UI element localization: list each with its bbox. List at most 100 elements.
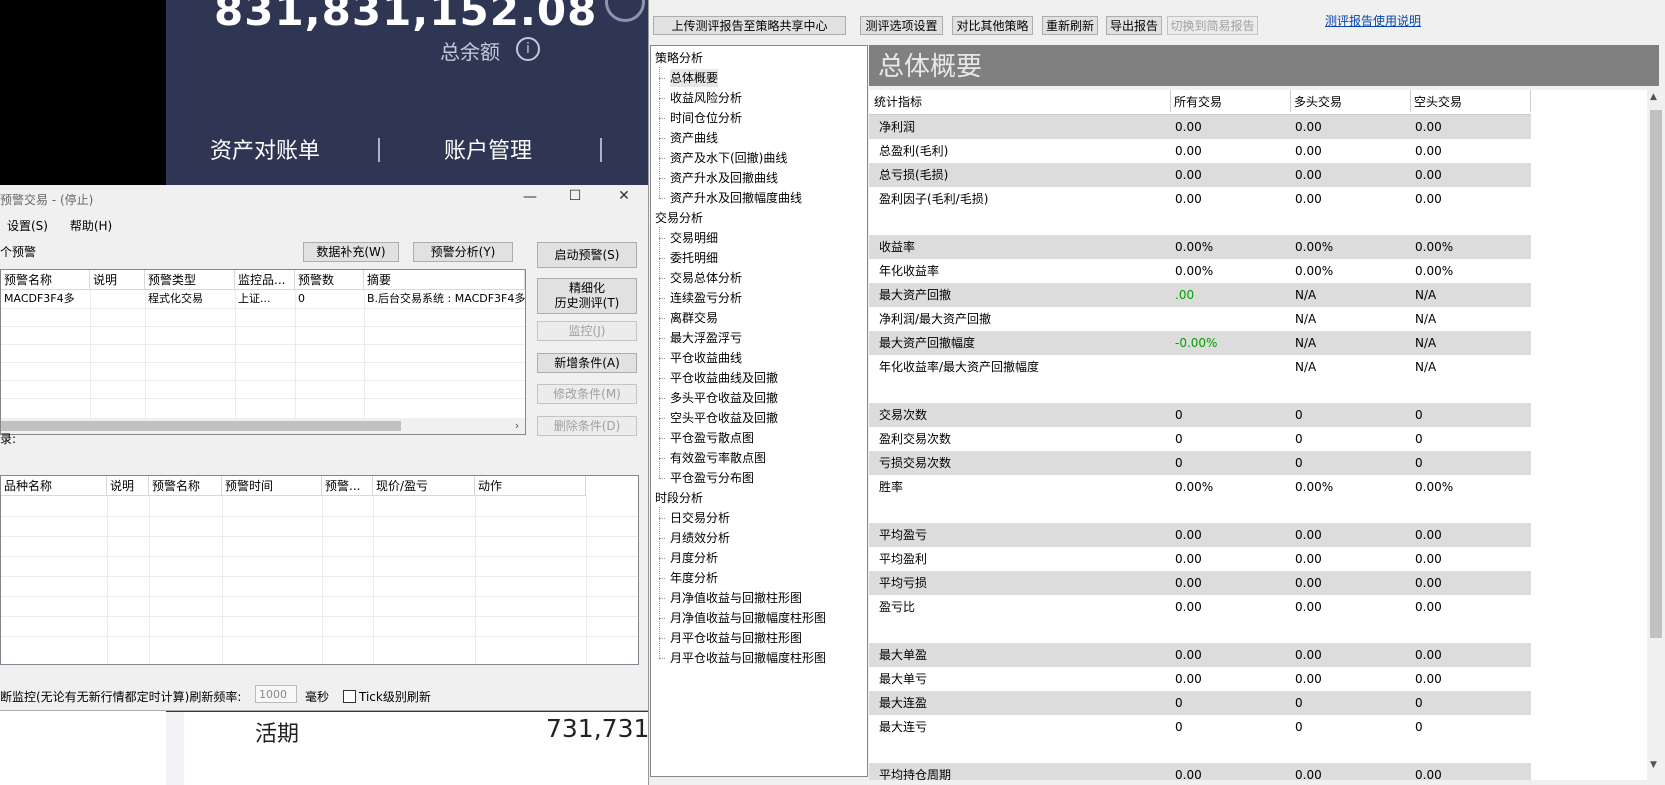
tree-item[interactable]: 连续盈亏分析 [670, 289, 742, 307]
info-icon[interactable]: i [516, 37, 540, 61]
table-row[interactable]: 净利润 0.00 0.00 0.00 [869, 115, 1531, 139]
alert-analysis-button[interactable]: 预警分析(Y) [413, 242, 513, 262]
tree-item[interactable]: 总体概要 [670, 69, 719, 87]
menu-asset-statement[interactable]: 资产对账单 [210, 133, 320, 165]
tree-item[interactable]: 有效盈亏率散点图 [670, 449, 766, 467]
tree-item[interactable]: 平仓收益曲线 [670, 349, 742, 367]
start-alert-button[interactable]: 启动预警(S) [537, 242, 637, 268]
table-row[interactable]: 最大单亏 0.00 0.00 0.00 [869, 667, 1531, 691]
column-header[interactable]: 预警数 [295, 270, 364, 290]
column-header[interactable]: 所有交易 [1174, 93, 1222, 110]
data-fill-button[interactable]: 数据补充(W) [303, 242, 399, 262]
maximize-icon[interactable]: ☐ [555, 188, 595, 204]
tree-item[interactable]: 多头平仓收益及回撤 [670, 389, 778, 407]
column-header[interactable]: 多头交易 [1294, 93, 1342, 110]
tree-item[interactable]: 月平仓收益与回撤柱形图 [670, 629, 802, 647]
tree-item[interactable]: 平仓收益曲线及回撤 [670, 369, 778, 387]
table-row[interactable]: 平均盈亏 0.00 0.00 0.00 [869, 523, 1531, 547]
table-row[interactable]: 最大单盈 0.00 0.00 0.00 [869, 643, 1531, 667]
tree-group[interactable]: 交易分析 [655, 209, 703, 227]
column-header[interactable]: 空头交易 [1414, 93, 1462, 110]
column-header[interactable]: 预警时间 [222, 476, 322, 496]
compare-strategy-button[interactable]: 对比其他策略 [952, 16, 1033, 35]
add-condition-button[interactable]: 新增条件(A) [537, 353, 637, 373]
report-help-link[interactable]: 测评报告使用说明 [1325, 12, 1421, 29]
tree-item[interactable]: 时间仓位分析 [670, 109, 742, 127]
refresh-button[interactable]: 重新刷新 [1042, 16, 1098, 35]
scrollbar-thumb[interactable] [1, 421, 401, 431]
tree-item[interactable]: 交易总体分析 [670, 269, 742, 287]
tree-item[interactable]: 离群交易 [670, 309, 718, 327]
column-header[interactable]: 预警类型 [145, 270, 235, 290]
table-row[interactable]: 总亏损(毛损) 0.00 0.00 0.00 [869, 163, 1531, 187]
tick-refresh-label[interactable]: Tick级别刷新 [359, 688, 431, 705]
column-header[interactable]: 预警名称 [149, 476, 222, 496]
menu-account-management[interactable]: 账户管理 [444, 133, 532, 165]
table-row[interactable]: 最大连盈 0 0 0 [869, 691, 1531, 715]
table-row[interactable]: 年化收益率/最大资产回撤幅度 N/A N/A [869, 355, 1531, 379]
table-row[interactable]: 平均亏损 0.00 0.00 0.00 [869, 571, 1531, 595]
tree-group[interactable]: 策略分析 [655, 49, 703, 67]
tree-item[interactable]: 最大浮盈浮亏 [670, 329, 742, 347]
scroll-up-icon[interactable]: ▲ [1650, 92, 1657, 102]
column-header[interactable]: 现价/盈亏 [373, 476, 475, 496]
column-header[interactable]: 说明 [107, 476, 149, 496]
refresh-frequency-input[interactable]: 1000 [255, 685, 297, 703]
export-report-button[interactable]: 导出报告 [1106, 16, 1162, 35]
minimize-icon[interactable]: — [510, 189, 550, 205]
tick-refresh-checkbox[interactable] [343, 690, 356, 703]
column-header[interactable]: 预警... [322, 476, 373, 496]
fine-history-test-button[interactable]: 精细化 历史测评(T) [537, 278, 637, 314]
tree-item[interactable]: 月净值收益与回撤幅度柱形图 [670, 609, 826, 627]
table-row[interactable]: 最大资产回撤幅度 -0.00% N/A N/A [869, 331, 1531, 355]
column-header[interactable]: 预警名称 [1, 270, 90, 290]
column-header[interactable]: 动作 [475, 476, 586, 496]
edit-condition-button[interactable]: 修改条件(M) [537, 384, 637, 404]
column-header[interactable]: 说明 [90, 270, 145, 290]
tree-item[interactable]: 委托明细 [670, 249, 718, 267]
scroll-right-icon[interactable]: › [509, 418, 525, 434]
tree-item[interactable]: 日交易分析 [670, 509, 730, 527]
test-options-button[interactable]: 测评选项设置 [860, 16, 943, 35]
table-row[interactable]: 胜率 0.00% 0.00% 0.00% [869, 475, 1531, 499]
tree-item[interactable]: 资产升水及回撤幅度曲线 [670, 189, 802, 207]
simple-report-button[interactable]: 切换到简易报告 [1167, 16, 1258, 35]
table-row[interactable]: 平均持仓周期 0.00 0.00 0.00 [869, 763, 1531, 780]
tree-item[interactable]: 平仓盈亏散点图 [670, 429, 754, 447]
tree-item[interactable]: 资产及水下(回撤)曲线 [670, 149, 787, 167]
tree-item[interactable]: 平仓盈亏分布图 [670, 469, 754, 487]
horizontal-scrollbar[interactable]: › [1, 418, 525, 434]
table-row[interactable]: 盈利因子(毛利/毛损) 0.00 0.00 0.00 [869, 187, 1531, 211]
table-row[interactable]: 最大资产回撤 .00 N/A N/A [869, 283, 1531, 307]
vertical-scrollbar[interactable]: ▲ ▼ [1647, 90, 1665, 785]
monitor-button[interactable]: 监控(J) [537, 321, 637, 341]
tree-item[interactable]: 交易明细 [670, 229, 718, 247]
tree-item[interactable]: 月净值收益与回撤柱形图 [670, 589, 802, 607]
tree-item[interactable]: 空头平仓收益及回撤 [670, 409, 778, 427]
tree-item[interactable]: 月平仓收益与回撤幅度柱形图 [670, 649, 826, 667]
menu-settings[interactable]: 设置(S) [7, 219, 48, 233]
table-row[interactable]: 总盈利(毛利) 0.00 0.00 0.00 [869, 139, 1531, 163]
table-row[interactable]: 盈利交易次数 0 0 0 [869, 427, 1531, 451]
table-row[interactable]: 盈亏比 0.00 0.00 0.00 [869, 595, 1531, 619]
table-row[interactable]: 净利润/最大资产回撤 N/A N/A [869, 307, 1531, 331]
delete-condition-button[interactable]: 删除条件(D) [537, 416, 637, 436]
table-row[interactable]: 最大连亏 0 0 0 [869, 715, 1531, 739]
tree-item[interactable]: 收益风险分析 [670, 89, 742, 107]
table-row[interactable]: 亏损交易次数 0 0 0 [869, 451, 1531, 475]
table-row[interactable]: 年化收益率 0.00% 0.00% 0.00% [869, 259, 1531, 283]
menu-help[interactable]: 帮助(H) [70, 219, 112, 233]
tree-group[interactable]: 时段分析 [655, 489, 703, 507]
tree-item[interactable]: 资产升水及回撤曲线 [670, 169, 778, 187]
table-row[interactable]: 收益率 0.00% 0.00% 0.00% [869, 235, 1531, 259]
close-icon[interactable]: ✕ [604, 188, 644, 204]
tree-item[interactable]: 月度分析 [670, 549, 718, 567]
table-row[interactable]: 交易次数 0 0 0 [869, 403, 1531, 427]
column-header[interactable]: 统计指标 [874, 93, 922, 110]
scroll-down-icon[interactable]: ▼ [1650, 760, 1657, 770]
tree-item[interactable]: 资产曲线 [670, 129, 718, 147]
tree-item[interactable]: 年度分析 [670, 569, 718, 587]
upload-report-button[interactable]: 上传测评报告至策略共享中心 [653, 16, 846, 35]
tree-item[interactable]: 月绩效分析 [670, 529, 730, 547]
column-header[interactable]: 监控品... [235, 270, 295, 290]
